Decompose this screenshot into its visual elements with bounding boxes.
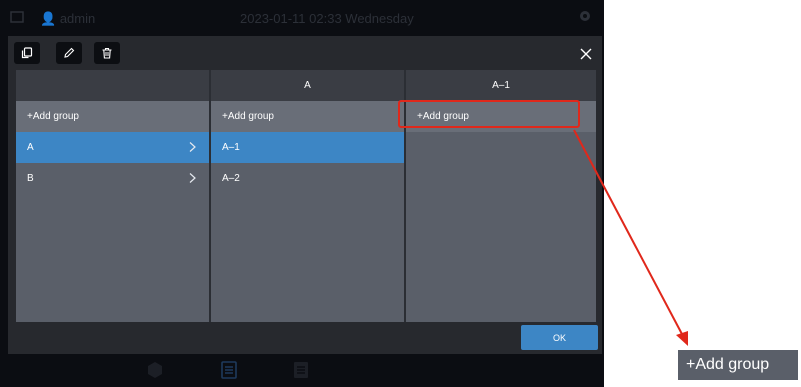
copy-button[interactable]: [14, 42, 40, 64]
add-group-label: +Add group: [222, 111, 274, 122]
group-dialog: +Add group A B A +Add group A–1 A–2 A–1 …: [8, 36, 602, 354]
group-item-a[interactable]: A: [16, 132, 209, 163]
document-icon: [294, 362, 308, 378]
status-bar: 👤 admin 2023-01-11 02:33 Wednesday: [0, 0, 604, 36]
group-item-b[interactable]: B: [16, 163, 209, 194]
add-group-button[interactable]: +Add group: [211, 101, 404, 132]
group-item-a-2[interactable]: A–2: [211, 163, 404, 194]
add-group-label: +Add group: [27, 111, 79, 122]
bottom-nav: [0, 354, 604, 387]
edit-icon: [64, 47, 75, 58]
column-header: [16, 70, 209, 101]
list-icon: [221, 361, 237, 379]
dialog-toolbar: [8, 36, 602, 70]
gear-icon: [580, 11, 590, 21]
copy-icon: [21, 47, 33, 59]
chevron-right-icon: [189, 142, 196, 152]
column-root: +Add group A B: [16, 70, 209, 322]
group-item-label: A: [27, 142, 34, 153]
column-header: A–1: [406, 70, 596, 101]
column-header: A: [211, 70, 404, 101]
username: admin: [59, 11, 96, 26]
callout-label: +Add group: [678, 350, 798, 380]
ok-button[interactable]: OK: [521, 325, 598, 350]
chevron-right-icon: [189, 173, 196, 183]
datetime: 2023-01-11 02:33 Wednesday: [240, 11, 414, 26]
group-item-a-1[interactable]: A–1: [211, 132, 404, 163]
group-item-label: A–2: [222, 173, 240, 184]
delete-icon: [102, 47, 112, 59]
highlight-box: [398, 100, 580, 128]
add-group-button[interactable]: +Add group: [16, 101, 209, 132]
column-a: A +Add group A–1 A–2: [211, 70, 404, 322]
close-icon[interactable]: [576, 44, 596, 64]
device-screen: 👤 admin 2023-01-11 02:33 Wednesday +Add …: [0, 0, 604, 387]
box-icon: [148, 362, 162, 378]
edit-button[interactable]: [56, 42, 82, 64]
window-icon: [10, 11, 24, 23]
group-item-label: B: [27, 173, 34, 184]
group-item-label: A–1: [222, 142, 240, 153]
user-label: 👤 admin: [40, 11, 96, 26]
delete-button[interactable]: [94, 42, 120, 64]
